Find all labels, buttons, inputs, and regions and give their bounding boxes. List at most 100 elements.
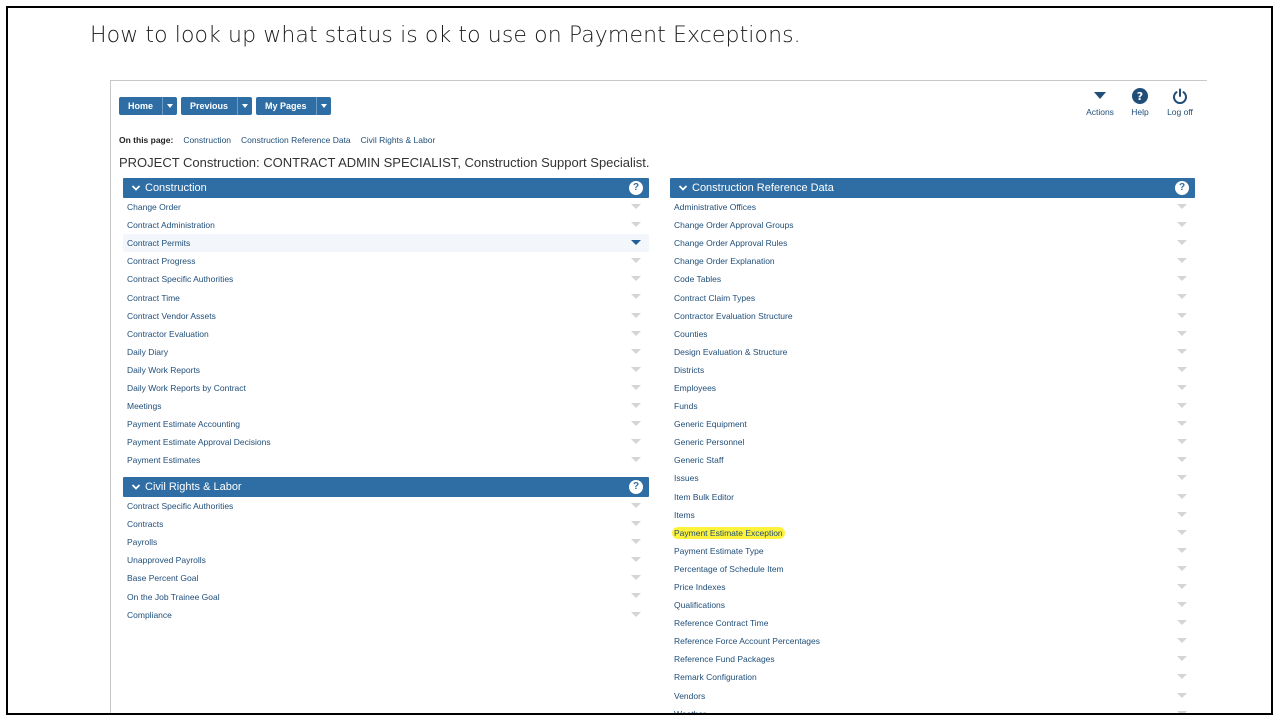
- actions-button[interactable]: Actions: [1085, 87, 1115, 117]
- list-item[interactable]: Change Order Approval Groups: [670, 216, 1195, 234]
- caret-down-icon[interactable]: [631, 330, 641, 336]
- home-button[interactable]: Home: [119, 97, 178, 115]
- list-item[interactable]: Contract Progress: [123, 252, 649, 270]
- list-item[interactable]: Employees: [670, 379, 1195, 397]
- list-item[interactable]: Item Bulk Editor: [670, 488, 1195, 506]
- list-item[interactable]: Daily Work Reports by Contract: [123, 379, 649, 397]
- caret-down-icon[interactable]: [1177, 475, 1187, 481]
- caret-down-icon[interactable]: [631, 421, 641, 427]
- list-item[interactable]: Counties: [670, 325, 1195, 343]
- caret-down-icon[interactable]: [1177, 222, 1187, 228]
- caret-down-icon[interactable]: [1177, 457, 1187, 463]
- caret-down-icon[interactable]: [1177, 348, 1187, 354]
- jump-link-reference-data[interactable]: Construction Reference Data: [241, 135, 351, 145]
- logoff-button[interactable]: Log off: [1165, 87, 1195, 117]
- caret-down-icon[interactable]: [1177, 692, 1187, 698]
- caret-down-icon[interactable]: [631, 276, 641, 282]
- list-item[interactable]: Design Evaluation & Structure: [670, 343, 1195, 361]
- caret-down-icon[interactable]: [1177, 403, 1187, 409]
- caret-down-icon[interactable]: [631, 222, 641, 228]
- list-item[interactable]: Contract Permits: [123, 234, 649, 253]
- list-item[interactable]: On the Job Trainee Goal: [123, 587, 649, 605]
- caret-down-icon[interactable]: [631, 575, 641, 581]
- jump-link-construction[interactable]: Construction: [183, 135, 231, 145]
- jump-link-civil-rights[interactable]: Civil Rights & Labor: [361, 135, 436, 145]
- caret-down-icon[interactable]: [1177, 258, 1187, 264]
- previous-dropdown-icon[interactable]: [237, 97, 252, 115]
- caret-down-icon[interactable]: [1177, 330, 1187, 336]
- caret-down-icon[interactable]: [1177, 656, 1187, 662]
- caret-down-icon[interactable]: [631, 204, 641, 209]
- list-item[interactable]: Items: [670, 506, 1195, 524]
- list-item[interactable]: Contracts: [123, 515, 649, 533]
- caret-down-icon[interactable]: [1177, 547, 1187, 553]
- list-item[interactable]: Base Percent Goal: [123, 569, 649, 587]
- caret-down-icon[interactable]: [1177, 529, 1187, 535]
- caret-down-icon[interactable]: [631, 439, 641, 445]
- civil-rights-header[interactable]: Civil Rights & Labor ?: [123, 477, 649, 497]
- list-item[interactable]: Payment Estimate Exception: [670, 524, 1195, 542]
- list-item[interactable]: Districts: [670, 361, 1195, 379]
- help-button[interactable]: ? Help: [1125, 87, 1155, 117]
- caret-down-icon[interactable]: [631, 240, 641, 246]
- caret-down-icon[interactable]: [631, 611, 641, 617]
- list-item[interactable]: Contract Specific Authorities: [123, 497, 649, 515]
- caret-down-icon[interactable]: [631, 348, 641, 354]
- list-item[interactable]: Contract Vendor Assets: [123, 307, 649, 325]
- list-item[interactable]: Unapproved Payrolls: [123, 551, 649, 569]
- caret-down-icon[interactable]: [631, 384, 641, 390]
- home-dropdown-icon[interactable]: [162, 97, 177, 115]
- list-item[interactable]: Issues: [670, 469, 1195, 487]
- list-item[interactable]: Vendors: [670, 687, 1195, 705]
- caret-down-icon[interactable]: [631, 539, 641, 545]
- list-item[interactable]: Change Order Approval Rules: [670, 234, 1195, 252]
- list-item[interactable]: Reference Fund Packages: [670, 650, 1195, 668]
- list-item[interactable]: Meetings: [123, 397, 649, 415]
- list-item[interactable]: Funds: [670, 397, 1195, 415]
- caret-down-icon[interactable]: [631, 457, 641, 463]
- caret-down-icon[interactable]: [631, 294, 641, 300]
- list-item[interactable]: Administrative Offices: [670, 198, 1195, 216]
- list-item[interactable]: Payrolls: [123, 533, 649, 551]
- list-item[interactable]: Remark Configuration: [670, 668, 1195, 686]
- list-item[interactable]: Generic Equipment: [670, 415, 1195, 433]
- caret-down-icon[interactable]: [631, 593, 641, 599]
- caret-down-icon[interactable]: [631, 312, 641, 318]
- caret-down-icon[interactable]: [631, 521, 641, 527]
- list-item[interactable]: Weather: [670, 705, 1195, 713]
- list-item[interactable]: Contractor Evaluation Structure: [670, 307, 1195, 325]
- list-item[interactable]: Change Order Explanation: [670, 252, 1195, 270]
- reference-header[interactable]: Construction Reference Data ?: [670, 178, 1195, 198]
- list-item[interactable]: Price Indexes: [670, 578, 1195, 596]
- caret-down-icon[interactable]: [631, 258, 641, 264]
- caret-down-icon[interactable]: [1177, 421, 1187, 427]
- caret-down-icon[interactable]: [1177, 294, 1187, 300]
- caret-down-icon[interactable]: [1177, 276, 1187, 282]
- list-item[interactable]: Reference Contract Time: [670, 614, 1195, 632]
- list-item[interactable]: Qualifications: [670, 596, 1195, 614]
- help-icon[interactable]: ?: [629, 480, 643, 494]
- list-item[interactable]: Percentage of Schedule Item: [670, 560, 1195, 578]
- previous-button[interactable]: Previous: [181, 97, 253, 115]
- list-item[interactable]: Contract Claim Types: [670, 288, 1195, 306]
- caret-down-icon[interactable]: [1177, 620, 1187, 626]
- list-item[interactable]: Generic Personnel: [670, 433, 1195, 451]
- caret-down-icon[interactable]: [631, 403, 641, 409]
- list-item[interactable]: Payment Estimate Type: [670, 542, 1195, 560]
- list-item[interactable]: Payment Estimate Accounting: [123, 415, 649, 433]
- caret-down-icon[interactable]: [1177, 439, 1187, 445]
- caret-down-icon[interactable]: [1177, 602, 1187, 608]
- caret-down-icon[interactable]: [1177, 511, 1187, 517]
- caret-down-icon[interactable]: [1177, 240, 1187, 246]
- list-item[interactable]: Contract Specific Authorities: [123, 270, 649, 288]
- caret-down-icon[interactable]: [631, 503, 641, 508]
- caret-down-icon[interactable]: [1177, 384, 1187, 390]
- list-item[interactable]: Contract Time: [123, 288, 649, 306]
- caret-down-icon[interactable]: [1177, 366, 1187, 372]
- caret-down-icon[interactable]: [1177, 204, 1187, 209]
- help-icon[interactable]: ?: [629, 181, 643, 195]
- caret-down-icon[interactable]: [631, 557, 641, 563]
- my-pages-dropdown-icon[interactable]: [315, 97, 331, 115]
- caret-down-icon[interactable]: [631, 366, 641, 372]
- list-item[interactable]: Payment Estimate Approval Decisions: [123, 433, 649, 451]
